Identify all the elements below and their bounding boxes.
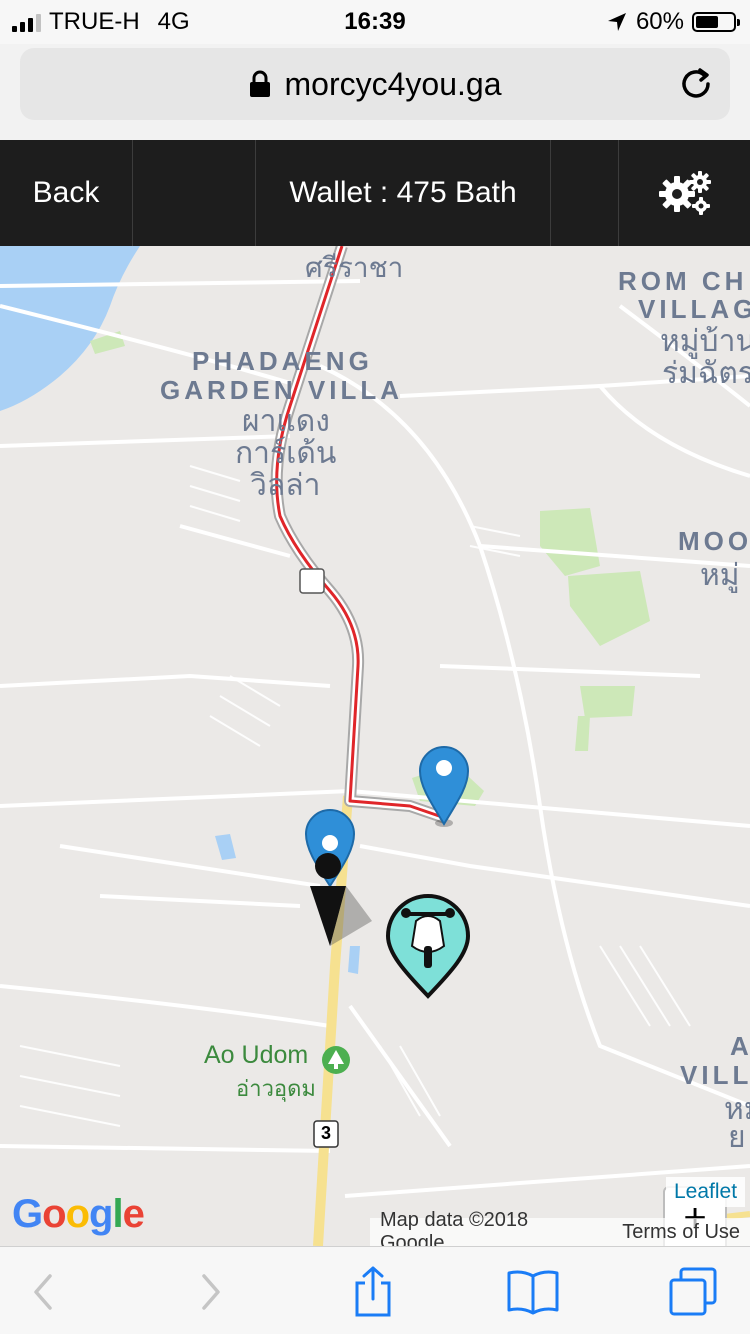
back-button[interactable]: Back <box>0 140 133 246</box>
minor-roads <box>0 279 750 1198</box>
reload-icon[interactable] <box>676 64 716 104</box>
park-area <box>568 571 650 646</box>
route-halo <box>270 246 447 824</box>
pond <box>348 946 360 974</box>
share-icon <box>355 1266 391 1317</box>
share-button[interactable] <box>346 1265 400 1319</box>
route-shield-number: 3 <box>320 1123 331 1143</box>
book-icon <box>507 1270 559 1315</box>
map-label-rom: ROM CH <box>618 266 748 296</box>
url-text: morcyc4you.ga <box>284 65 502 102</box>
back-nav-button[interactable] <box>16 1265 70 1319</box>
lock-icon <box>249 70 270 97</box>
battery-percent: 60% <box>635 8 684 35</box>
zoom-in-button[interactable]: + <box>665 1188 725 1246</box>
forward-nav-button[interactable] <box>184 1265 238 1319</box>
pond <box>215 834 236 860</box>
map-label-thai: ร่มฉัตร <box>662 357 750 390</box>
map-label-edge: AM <box>730 1031 750 1061</box>
chevron-right-icon <box>202 1274 220 1310</box>
map-view[interactable]: ศรีราชา PHADAENG GARDEN VILLA ผาแดง การ์… <box>0 246 750 1246</box>
route-shield-small <box>299 568 325 594</box>
status-bar: TRUE-H 4G 16:39 60% <box>0 0 750 44</box>
map-label-ao-udom-thai: อ่าวอุดม <box>236 1076 316 1101</box>
map-label-phadaeng: PHADAENG <box>192 346 373 376</box>
tree-icon <box>322 1046 350 1074</box>
route-line <box>275 246 446 820</box>
map-label-sriracha: ศรีราชา <box>305 252 404 283</box>
map-label-thai: หมู่ <box>700 559 740 592</box>
battery-icon <box>692 12 740 32</box>
route-casing <box>272 246 447 822</box>
tabs-button[interactable] <box>666 1265 720 1319</box>
address-bar[interactable]: morcyc4you.ga <box>20 48 730 120</box>
app-navbar: Back Wallet : 475 Bath <box>0 140 750 246</box>
park-area <box>540 508 600 576</box>
park-area <box>575 716 590 751</box>
gear-icon <box>658 171 711 215</box>
motorcycle-marker-icon[interactable] <box>385 894 471 999</box>
park-area <box>580 686 635 718</box>
map-label-thai: วิลล่า <box>250 469 321 502</box>
bookmarks-button[interactable] <box>506 1265 560 1319</box>
nav-spacer <box>551 140 619 246</box>
map-label-ao-udom: Ao Udom <box>204 1041 309 1069</box>
wallet-balance: Wallet : 475 Bath <box>256 140 551 246</box>
zoom-control: + − <box>663 1186 727 1246</box>
map-label-thai: ย <box>728 1121 746 1154</box>
chevron-left-icon <box>34 1274 52 1310</box>
nav-spacer <box>133 140 256 246</box>
browser-toolbar <box>0 1246 750 1334</box>
status-right: 60% <box>606 8 740 36</box>
location-arrow-icon <box>607 13 626 31</box>
sea-area <box>0 246 140 411</box>
tabs-icon <box>669 1267 717 1316</box>
settings-button[interactable] <box>619 140 750 246</box>
